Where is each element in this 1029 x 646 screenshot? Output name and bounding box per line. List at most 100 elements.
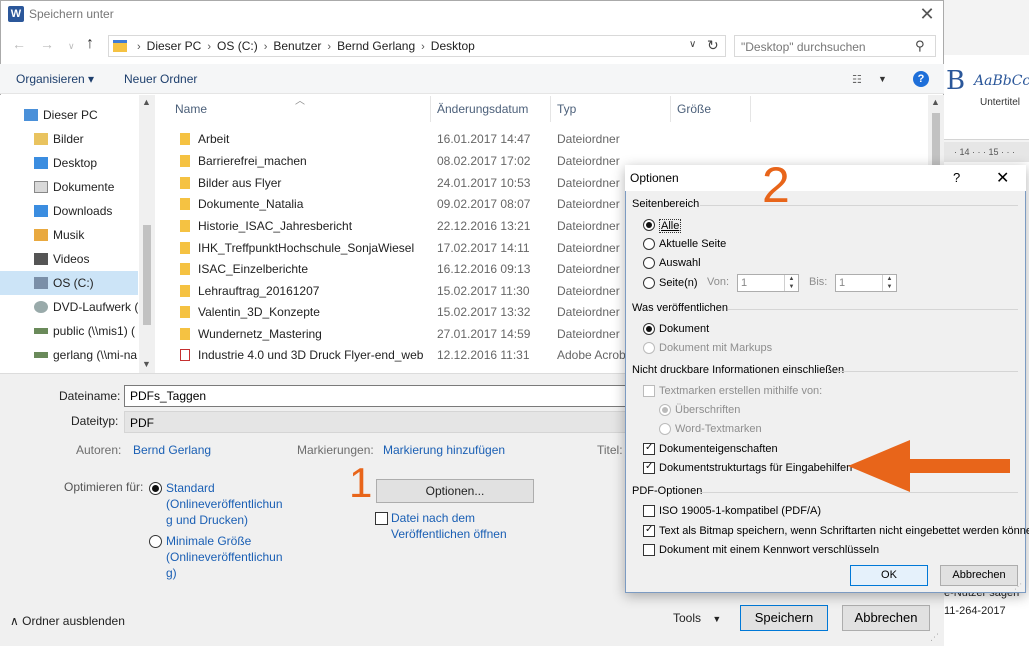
chevron-down-icon[interactable]: ∨ [689,39,696,50]
open-after-publish-label[interactable]: Datei nach dem Veröffentlichen öffnen [391,510,531,542]
organize-button[interactable]: Organisieren ▾ [16,72,94,86]
cancel-button[interactable]: Abbrechen [842,605,930,631]
options-button[interactable]: Optionen... [376,479,534,503]
column-header-type[interactable]: Typ [557,102,576,116]
column-divider[interactable] [550,96,551,122]
encrypt-label[interactable]: Dokument mit einem Kennwort verschlüssel… [659,544,879,556]
scroll-thumb[interactable] [143,225,151,325]
spinner-arrows-icon[interactable]: ▲ ▼ [882,275,896,291]
nav-item-documents[interactable]: Dokumente [0,175,138,199]
chevron-down-icon[interactable]: ∨ [68,41,75,52]
spinner-arrows-icon[interactable]: ▲ ▼ [784,275,798,291]
publish-document-label[interactable]: Dokument [659,323,709,335]
publish-markup-label[interactable]: Dokument mit Markups [659,342,772,354]
nav-scrollbar[interactable]: ▲ ▼ [139,95,155,373]
page-range-all-radio[interactable] [643,219,655,231]
options-cancel-button[interactable]: Abbrechen [940,565,1018,586]
close-icon[interactable]: ✕ [996,168,1009,188]
up-arrow-icon[interactable]: ↑ [86,35,94,53]
page-range-pages-radio[interactable] [643,277,655,289]
refresh-icon[interactable]: ↻ [707,37,719,54]
ok-button[interactable]: OK [850,565,928,586]
bookmarks-word-label[interactable]: Word-Textmarken [675,423,762,435]
new-folder-button[interactable]: Neuer Ordner [124,72,197,86]
page-range-pages-label[interactable]: Seite(n) [659,277,698,289]
optimize-minimal-radio[interactable] [149,535,162,548]
authors-value[interactable]: Bernd Gerlang [133,443,211,457]
column-divider[interactable] [430,96,431,122]
iso-pdfa-checkbox[interactable] [643,505,655,517]
nav-item-music[interactable]: Musik [0,223,138,247]
breadcrumb-item[interactable]: Benutzer [273,39,321,53]
nav-item-gerlang-share[interactable]: gerlang (\\mi-na [0,343,138,367]
breadcrumb-item[interactable]: Desktop [431,39,475,53]
bitmap-text-label[interactable]: Text als Bitmap speichern, wenn Schrifta… [659,525,1029,537]
breadcrumb-item[interactable]: Bernd Gerlang [337,39,415,53]
help-icon[interactable]: ? [953,170,960,185]
bitmap-text-checkbox[interactable] [643,524,655,537]
create-bookmarks-label[interactable]: Textmarken erstellen mithilfe von: [659,385,822,397]
column-header-name[interactable]: Name [175,102,207,116]
nav-item-this-pc[interactable]: Dieser PC [0,103,138,127]
create-bookmarks-checkbox[interactable] [643,385,655,397]
search-input[interactable]: "Desktop" durchsuchen ⚲ [734,35,936,57]
chevron-down-icon[interactable]: ▼ [142,359,151,369]
bookmarks-headings-label[interactable]: Überschriften [675,404,740,416]
address-bar[interactable]: › Dieser PC › OS (C:) › Benutzer › Bernd Gerlan… [108,35,726,57]
column-header-date[interactable]: Änderungsdatum [437,102,528,116]
breadcrumb-item[interactable]: Dieser PC [147,39,202,53]
page-range-selection-label[interactable]: Auswahl [659,257,701,269]
nav-item-desktop[interactable]: Desktop [0,151,138,175]
back-arrow-icon[interactable]: ← [12,36,26,52]
filetype-select[interactable]: PDF [124,411,644,433]
add-tag-link[interactable]: Markierung hinzufügen [383,443,505,457]
view-options-icon[interactable]: ☷ [852,73,862,86]
column-divider[interactable] [750,96,751,122]
page-to-spinner[interactable]: 1 ▲ ▼ [835,274,897,292]
chevron-up-icon[interactable]: ▲ [142,97,151,107]
structure-tags-label[interactable]: Dokumentstrukturtags für Eingabehilfen [659,462,852,474]
encrypt-checkbox[interactable] [643,544,655,556]
page-range-current-radio[interactable] [643,238,655,250]
document-properties-label[interactable]: Dokumenteigenschaften [659,443,778,455]
nav-item-dvd-drive[interactable]: DVD-Laufwerk (E [0,295,138,319]
iso-pdfa-label[interactable]: ISO 19005-1-kompatibel (PDF/A) [659,505,821,517]
open-after-publish-checkbox[interactable] [375,512,388,525]
nav-item-os-drive[interactable]: OS (C:) [0,271,138,295]
forward-arrow-icon[interactable]: → [40,36,54,52]
publish-markup-radio[interactable] [643,342,655,354]
chevron-down-icon[interactable]: ▼ [878,74,887,84]
page-range-all-label[interactable]: Alle [659,219,682,233]
nav-item-downloads[interactable]: Downloads [0,199,138,223]
resize-grip-icon[interactable]: ⋰ [1014,582,1022,591]
hide-folders-button[interactable]: ∧ Ordner ausblenden [10,614,125,628]
optimize-standard-radio[interactable] [149,482,162,495]
page-range-current-label[interactable]: Aktuelle Seite [659,238,726,250]
save-button[interactable]: Speichern [740,605,828,631]
document-properties-checkbox[interactable] [643,442,655,455]
publish-document-radio[interactable] [643,323,655,335]
help-icon[interactable]: ? [913,71,929,87]
file-row[interactable]: Arbeit 16.01.2017 14:47 Dateiordner [156,128,928,149]
page-from-spinner[interactable]: 1 ▲ ▼ [737,274,799,292]
bookmarks-headings-radio[interactable] [659,404,671,416]
filename-input[interactable] [124,385,644,407]
nav-item-videos[interactable]: Videos [0,247,138,271]
folder-icon [180,198,190,210]
nav-item-public-share[interactable]: public (\\mis1) ( [0,319,138,343]
page-range-selection-radio[interactable] [643,257,655,269]
breadcrumb-item[interactable]: OS (C:) [217,39,258,53]
folder-icon [180,177,190,189]
chevron-up-icon[interactable]: ▲ [931,97,940,107]
bookmarks-word-radio[interactable] [659,423,671,435]
tools-button[interactable]: Tools ▼ [673,611,721,625]
close-icon[interactable]: ✕ [912,2,942,28]
structure-tags-checkbox[interactable] [643,461,655,474]
column-divider[interactable] [670,96,671,122]
optimize-minimal-label[interactable]: Minimale Größe (Onlineveröffentlichun g) [166,533,291,581]
nav-item-pictures[interactable]: Bilder [0,127,138,151]
optimize-standard-label[interactable]: Standard (Onlineveröffentlichun g und Dr… [166,480,291,528]
resize-grip-icon[interactable]: ⋰ [930,632,939,643]
column-header-size[interactable]: Größe [677,102,711,116]
pdf-options-heading: PDF-Optionen [632,485,703,497]
